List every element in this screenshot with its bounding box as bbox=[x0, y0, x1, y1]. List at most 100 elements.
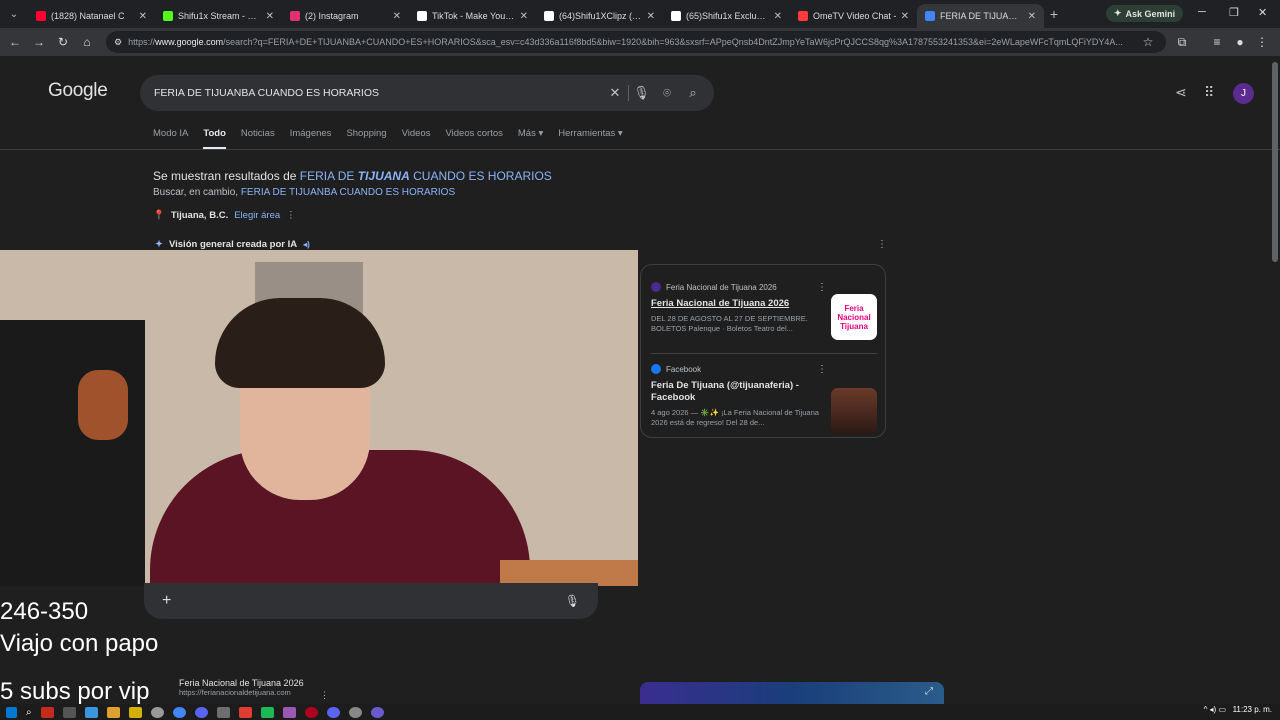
search-icon[interactable]: ⌕ bbox=[680, 85, 706, 101]
search-tab[interactable]: Modo IA bbox=[153, 128, 188, 149]
close-window-icon[interactable]: ✕ bbox=[1258, 6, 1267, 19]
scrollbar[interactable] bbox=[1272, 62, 1278, 262]
close-tab-icon[interactable]: ✕ bbox=[901, 11, 909, 22]
close-tab-icon[interactable]: ✕ bbox=[520, 11, 528, 22]
bookmark-star-icon[interactable]: ☆ bbox=[1136, 35, 1160, 49]
expand-icon[interactable]: ⤢ bbox=[925, 686, 933, 697]
search-box[interactable]: FERIA DE TIJUANBA CUANDO ES HORARIOS ✕ 🎙… bbox=[140, 75, 714, 111]
search-tab[interactable]: Más ▾ bbox=[518, 128, 543, 149]
browser-tab[interactable]: Shifu1x Stream - Watc ✕ bbox=[155, 4, 282, 28]
restore-icon[interactable]: ❐ bbox=[1229, 6, 1239, 19]
app-icon[interactable] bbox=[304, 706, 318, 718]
add-icon[interactable]: + bbox=[162, 592, 171, 610]
card-snippet: DEL 28 DE AGOSTO AL 27 DE SEPTIEMBRE. BO… bbox=[651, 314, 808, 333]
card-title[interactable]: Feria Nacional de Tijuana 2026 bbox=[651, 298, 823, 310]
speaker-icon[interactable]: ◂) bbox=[303, 240, 310, 249]
folder-icon[interactable] bbox=[106, 706, 120, 718]
home-icon[interactable]: ⌂ bbox=[75, 35, 99, 49]
app-icon[interactable] bbox=[84, 706, 98, 718]
search-tab[interactable]: Shopping bbox=[346, 128, 386, 149]
result-more-icon[interactable]: ⋮ bbox=[320, 690, 329, 701]
browser-tab[interactable]: (64)Shifu1XClipz (@sh ✕ bbox=[536, 4, 663, 28]
app-icon[interactable] bbox=[370, 706, 384, 718]
browser-tab[interactable]: (65)Shifu1x Exclusive ( ✕ bbox=[663, 4, 790, 28]
tab-favicon-icon bbox=[925, 11, 935, 21]
browser-tab[interactable]: FERIA DE TIJUANBA C ✕ bbox=[917, 4, 1044, 28]
search-tab[interactable]: Noticias bbox=[241, 128, 275, 149]
close-tab-icon[interactable]: ✕ bbox=[647, 11, 655, 22]
browser-tab[interactable]: (1828) Natanael C ✕ bbox=[28, 4, 155, 28]
app-icon[interactable] bbox=[216, 706, 230, 718]
browser-tab[interactable]: (2) Instagram ✕ bbox=[282, 4, 409, 28]
tab-title: (65)Shifu1x Exclusive ( bbox=[686, 11, 770, 21]
mic-icon[interactable]: 🎙 bbox=[565, 594, 580, 608]
lens-icon[interactable]: ⌾ bbox=[654, 85, 680, 101]
ask-followup-bar[interactable]: + 🎙 bbox=[144, 583, 598, 619]
app-icon[interactable] bbox=[348, 706, 362, 718]
tab-search-icon[interactable]: ⌄ bbox=[0, 9, 28, 20]
search-tab[interactable]: Herramientas ▾ bbox=[558, 128, 622, 149]
avatar[interactable]: J bbox=[1233, 83, 1254, 104]
apps-grid-icon[interactable]: ⠿ bbox=[1204, 84, 1214, 101]
back-icon[interactable]: ← bbox=[3, 35, 27, 49]
minimize-icon[interactable]: ─ bbox=[1198, 6, 1206, 18]
card-more-icon[interactable]: ⋮ bbox=[817, 364, 827, 375]
card-thumbnail[interactable] bbox=[831, 388, 877, 434]
close-tab-icon[interactable]: ✕ bbox=[266, 11, 274, 22]
search-tab[interactable]: Imágenes bbox=[290, 128, 332, 149]
close-tab-icon[interactable]: ✕ bbox=[393, 11, 401, 22]
search-icon[interactable]: ⌕ bbox=[26, 707, 32, 718]
google-logo[interactable]: Google bbox=[48, 80, 108, 102]
mic-icon[interactable]: 🎙 bbox=[628, 85, 654, 101]
menu-icon[interactable]: ⋮ bbox=[1250, 35, 1274, 49]
reload-icon[interactable]: ↻ bbox=[51, 35, 75, 49]
ask-gemini-button[interactable]: ✦ Ask Gemini bbox=[1106, 5, 1184, 22]
ai-overview-more-icon[interactable]: ⋮ bbox=[877, 239, 887, 250]
original-query-link[interactable]: FERIA DE TIJUANBA CUANDO ES HORARIOS bbox=[241, 187, 455, 198]
app-icon[interactable] bbox=[150, 706, 164, 718]
close-tab-icon[interactable]: ✕ bbox=[139, 11, 147, 22]
app-icon[interactable] bbox=[238, 706, 252, 718]
source-card[interactable]: Feria Nacional de Tijuana 2026 Feria Nac… bbox=[651, 282, 877, 340]
facebook-icon bbox=[651, 364, 661, 374]
search-tab[interactable]: Videos bbox=[402, 128, 431, 149]
more-options-icon[interactable]: ⋮ bbox=[286, 210, 296, 221]
app-icon[interactable] bbox=[128, 706, 142, 718]
tab-favicon-icon bbox=[671, 11, 681, 21]
source-card[interactable]: Facebook Feria De Tijuana (@tijuanaferia… bbox=[651, 364, 877, 434]
start-icon[interactable] bbox=[6, 706, 17, 718]
system-tray[interactable]: ^ ◂) ▭ bbox=[1204, 705, 1226, 714]
search-tab[interactable]: Todo bbox=[203, 128, 226, 149]
search-query[interactable]: FERIA DE TIJUANBA CUANDO ES HORARIOS bbox=[154, 87, 602, 99]
browser-tab[interactable]: TikTok - Make Your Da ✕ bbox=[409, 4, 536, 28]
discord-icon[interactable] bbox=[194, 706, 208, 718]
close-tab-icon[interactable]: ✕ bbox=[1028, 11, 1036, 22]
card-title[interactable]: Feria De Tijuana (@tijuanaferia) - Faceb… bbox=[651, 380, 823, 404]
app-icon[interactable] bbox=[282, 706, 296, 718]
site-info-icon[interactable]: ⚙ bbox=[114, 37, 122, 48]
card-more-icon[interactable]: ⋮ bbox=[817, 282, 827, 293]
result-image[interactable] bbox=[640, 682, 944, 704]
forward-icon[interactable]: → bbox=[27, 35, 51, 49]
profile-icon[interactable]: ● bbox=[1228, 35, 1252, 49]
extensions-icon[interactable]: ⧉ bbox=[1170, 35, 1194, 50]
media-icon[interactable]: ≡ bbox=[1205, 35, 1229, 49]
browser-tab[interactable]: OmeTV Video Chat - ✕ bbox=[790, 4, 917, 28]
corrected-query-link[interactable]: FERIA DE TIJUANA CUANDO ES HORARIOS bbox=[300, 169, 552, 183]
app-icon[interactable] bbox=[62, 706, 76, 718]
search-result[interactable]: Feria Nacional de Tijuana 2026 https://f… bbox=[179, 678, 304, 697]
chrome-icon[interactable] bbox=[172, 706, 186, 718]
card-thumbnail[interactable]: Feria Nacional Tijuana bbox=[831, 294, 877, 340]
tab-title: (64)Shifu1XClipz (@sh bbox=[559, 11, 643, 21]
clear-icon[interactable]: ✕ bbox=[602, 85, 628, 101]
app-icon[interactable] bbox=[40, 706, 54, 718]
share-icon[interactable]: ⋖ bbox=[1175, 84, 1187, 101]
clock: 11:23 p. m. bbox=[1232, 705, 1272, 714]
app-icon[interactable] bbox=[260, 706, 274, 718]
address-bar[interactable]: ⚙ https://www.google.com/search?q=FERIA+… bbox=[106, 31, 1166, 53]
close-tab-icon[interactable]: ✕ bbox=[774, 11, 782, 22]
new-tab-button[interactable]: + bbox=[1044, 6, 1064, 22]
search-tab[interactable]: Videos cortos bbox=[445, 128, 502, 149]
app-icon[interactable] bbox=[326, 706, 340, 718]
choose-area-link[interactable]: Elegir área bbox=[234, 210, 280, 221]
